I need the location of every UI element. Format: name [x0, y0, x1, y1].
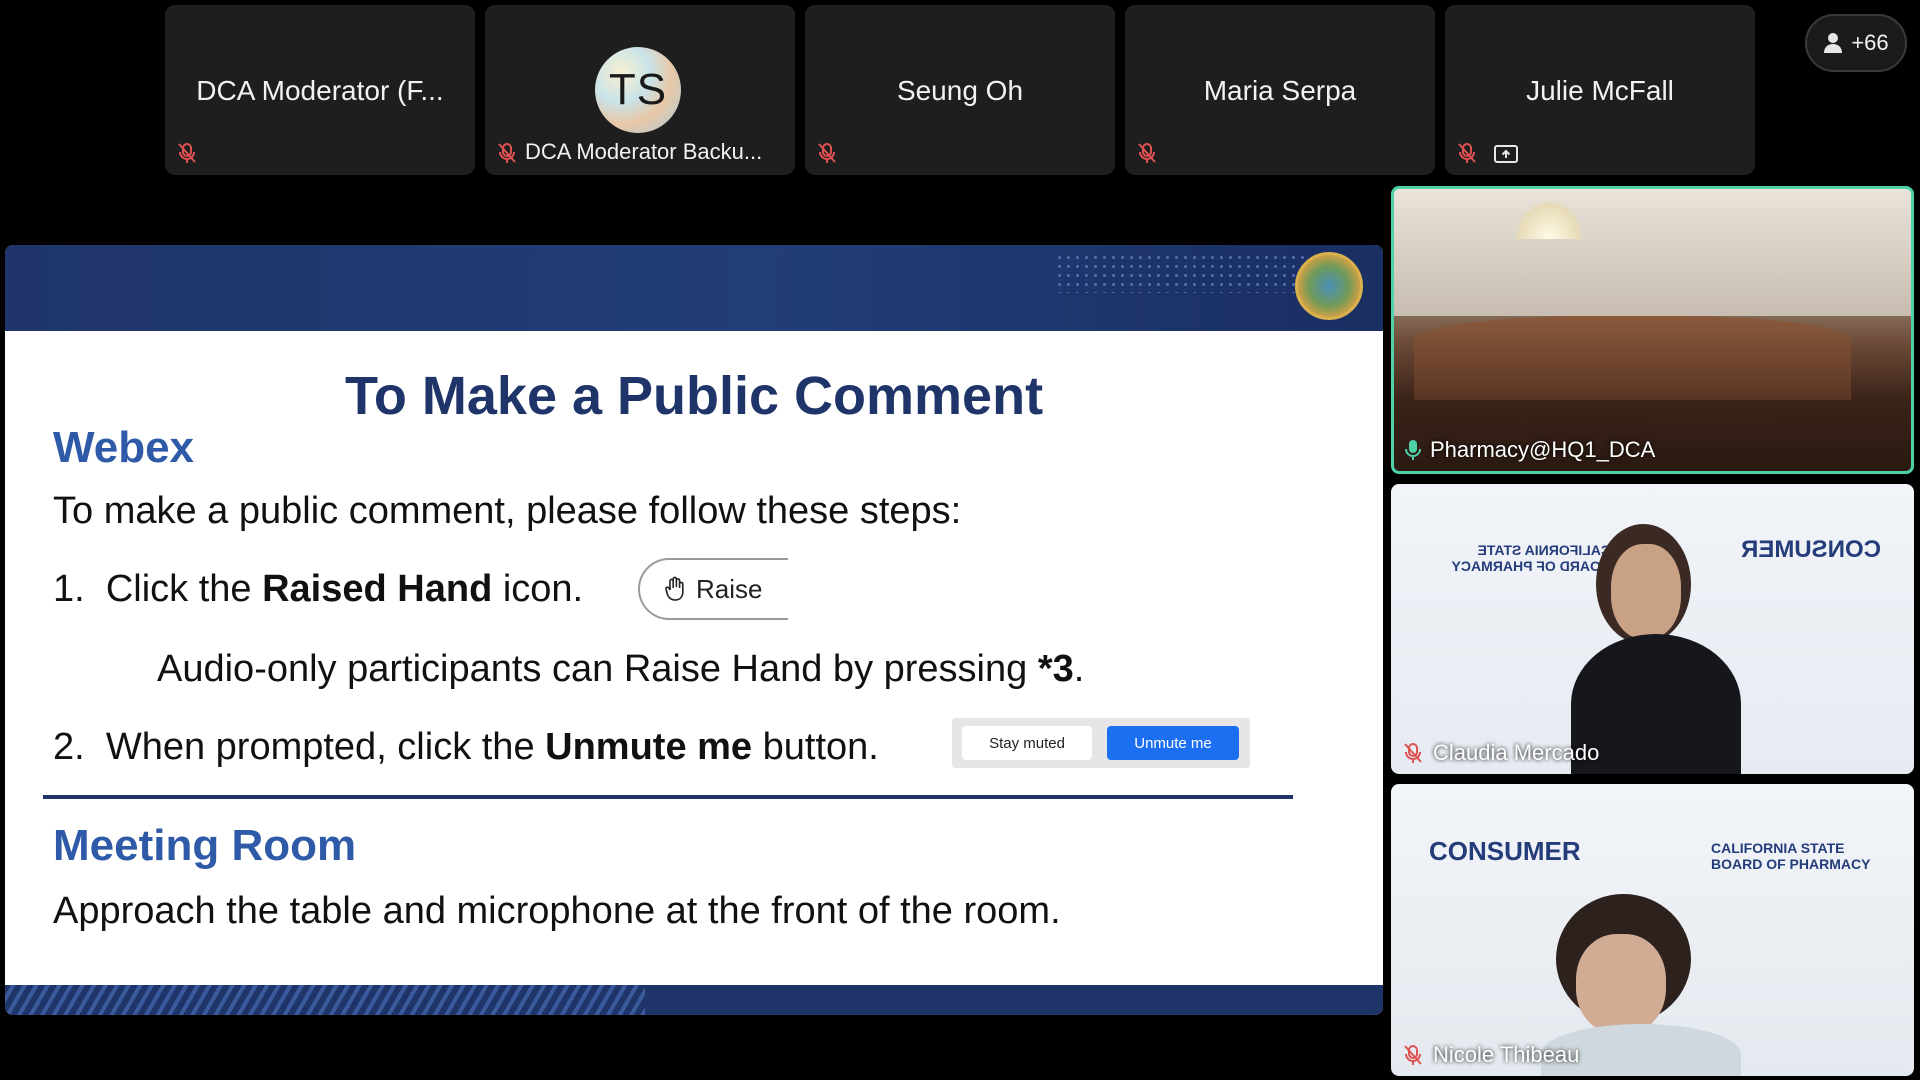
board-of-pharmacy-logo: CALIFORNIA STATE BOARD OF PHARMACY [1711, 840, 1871, 872]
raise-label: Raise [696, 573, 763, 604]
webex-meeting-window: DCA Moderator (F... TS DCA Moderator Bac… [0, 0, 1920, 1080]
step-2: 2. When prompted, click the Unmute me bu… [53, 726, 879, 769]
person-face [1611, 544, 1681, 639]
consumer-affairs-logo: CONSUMER [1429, 836, 1581, 866]
muted-mic-icon [178, 143, 196, 163]
video-tile-label: Claudia Mercado [1401, 740, 1599, 766]
board-of-pharmacy-logo: CALIFORNIA STATE BOARD OF PHARMACY [1451, 542, 1611, 574]
unmute-me-button-image: Unmute me [1107, 726, 1239, 760]
step-1: 1. Click the Raised Hand icon. [53, 568, 583, 611]
decorative-stripes [5, 985, 645, 1015]
section-divider [43, 795, 1293, 799]
audio-only-note: Audio-only participants can Raise Hand b… [157, 648, 1084, 691]
video-tile-name: Claudia Mercado [1433, 740, 1600, 765]
participant-name: Julie McFall [1526, 75, 1674, 106]
participant-tile-julie-mcfall[interactable]: Julie McFall [1445, 5, 1755, 175]
decorative-dots [1055, 253, 1305, 293]
participant-name: DCA Moderator (F... [196, 75, 444, 106]
video-tile-name: Pharmacy@HQ1_DCA [1430, 437, 1656, 462]
muted-mic-icon [1458, 143, 1476, 163]
participant-tile-dca-moderator[interactable]: DCA Moderator (F... [165, 5, 475, 175]
note-bold: *3 [1037, 648, 1074, 690]
video-tile-label: Pharmacy@HQ1_DCA [1404, 437, 1655, 463]
intro-text: To make a public comment, please follow … [53, 490, 962, 532]
person-icon [1824, 33, 1843, 53]
avatar: TS [595, 47, 681, 133]
stay-muted-button-image: Stay muted [962, 726, 1092, 760]
more-participants-button[interactable]: +66 [1805, 14, 1907, 72]
raised-hand-icon [665, 576, 684, 601]
ceiling-lamp [1514, 199, 1584, 239]
note-text: . [1073, 648, 1085, 690]
step-bold: Unmute me [545, 726, 753, 768]
step-text: button. [752, 726, 879, 768]
screen-share-icon [1494, 145, 1518, 163]
mic-on-icon [1405, 440, 1421, 460]
step-text: Click the [105, 568, 263, 610]
webex-heading: Webex [53, 423, 195, 472]
meeting-room-text: Approach the table and microphone at the… [53, 890, 1061, 932]
participant-name: Maria Serpa [1203, 75, 1357, 106]
video-tile-pharmacy-hq1[interactable]: Pharmacy@HQ1_DCA [1391, 186, 1914, 474]
muted-mic-icon [1404, 743, 1422, 763]
room-video-background [1394, 189, 1911, 316]
step-number: 2. [53, 726, 85, 768]
consumer-affairs-logo: CONSUMER [1740, 536, 1881, 563]
more-participants-count: +66 [1851, 30, 1889, 55]
step-bold: Raised Hand [262, 568, 493, 610]
video-tile-name: Nicole Thibeau [1433, 1042, 1580, 1067]
participant-name: DCA Moderator Backu... [525, 139, 763, 164]
participant-tile-maria-serpa[interactable]: Maria Serpa [1125, 5, 1435, 175]
raise-hand-button-image: Raise [638, 558, 788, 620]
video-tile-nicole-thibeau[interactable]: CONSUMER CALIFORNIA STATE BOARD OF PHARMA… [1391, 784, 1914, 1076]
unmute-prompt-image: Stay muted Unmute me [952, 718, 1250, 768]
participant-tile-seung-oh[interactable]: Seung Oh [805, 5, 1115, 175]
participant-name: Seung Oh [896, 75, 1024, 106]
participant-tile-dca-moderator-backup[interactable]: TS DCA Moderator Backu... [485, 5, 795, 175]
california-seal-logo [1295, 252, 1363, 320]
note-text: Audio-only participants can Raise Hand b… [157, 648, 1038, 690]
shared-content-slide: To Make a Public Comment Webex To make a… [5, 245, 1383, 1015]
muted-mic-icon [1404, 1045, 1422, 1065]
slide-title: To Make a Public Comment [344, 366, 1044, 426]
video-tile-label: Nicole Thibeau [1401, 1042, 1579, 1068]
meeting-room-dais [1414, 315, 1851, 401]
muted-mic-icon [1138, 143, 1156, 163]
step-number: 1. [53, 568, 85, 610]
step-text: When prompted, click the [105, 726, 546, 768]
step-text: icon. [492, 568, 584, 610]
meeting-room-heading: Meeting Room [53, 821, 357, 870]
muted-mic-icon [818, 143, 836, 163]
video-tile-claudia-mercado[interactable]: CALIFORNIA STATE BOARD OF PHARMACY CONSUM… [1391, 484, 1914, 774]
person-face [1576, 934, 1666, 1034]
muted-mic-icon [498, 143, 516, 163]
